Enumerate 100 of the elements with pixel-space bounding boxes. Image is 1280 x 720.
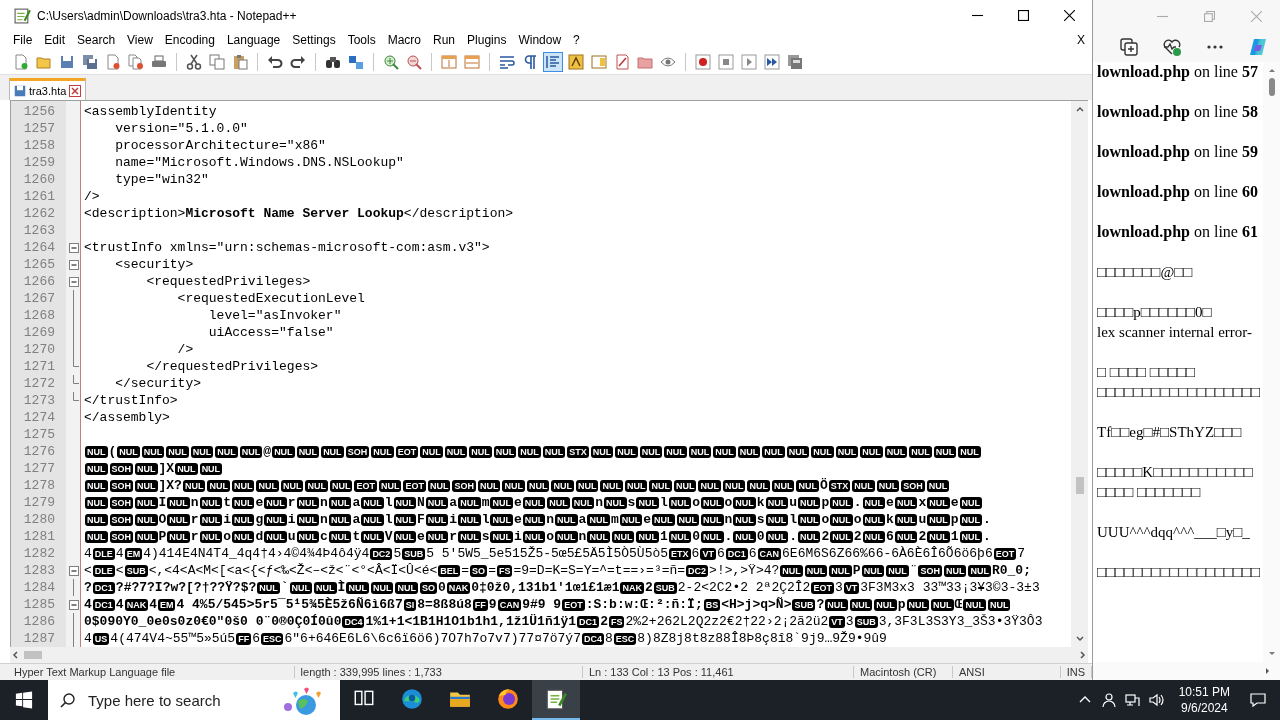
- control-character: NUL: [371, 445, 394, 458]
- code-text: k: [886, 511, 894, 529]
- code-text: l: [481, 511, 490, 529]
- person-icon[interactable]: [1100, 692, 1117, 708]
- scroll-thumb[interactable]: [1268, 78, 1275, 96]
- notepad-icon: [544, 687, 568, 711]
- scroll-thumb[interactable]: [24, 651, 42, 660]
- control-character: NUL: [587, 530, 610, 543]
- close-icon[interactable]: [69, 84, 82, 97]
- search-bar[interactable]: Type here to search: [48, 680, 340, 720]
- horizontal-scrollbar[interactable]: [10, 647, 1088, 664]
- tab-actions-icon[interactable]: [1119, 37, 1139, 57]
- network-icon[interactable]: [1124, 692, 1141, 708]
- code-text: 6E6M6S6Z66%66-6À6È6Î6Õ6ö6þ6: [782, 545, 993, 563]
- menu-item[interactable]: Encoding: [158, 32, 221, 49]
- code-text: 4: [115, 596, 124, 614]
- control-character: NUL: [575, 479, 599, 492]
- menu-item[interactable]: Settings: [286, 32, 342, 49]
- menu-item[interactable]: File: [7, 32, 39, 49]
- control-character: SO: [419, 581, 437, 594]
- paste-icon: [232, 53, 248, 70]
- code-text: r: [287, 494, 296, 512]
- control-character: NUL: [849, 598, 873, 611]
- menu-item[interactable]: Language: [220, 32, 287, 49]
- control-character: NUL: [458, 496, 481, 509]
- close-document-button[interactable]: X: [1075, 33, 1087, 48]
- control-character: NUL: [624, 479, 648, 492]
- heartbeat-icon[interactable]: [1162, 37, 1182, 57]
- control-character: SOH: [452, 479, 476, 492]
- control-character: SOH: [109, 462, 133, 475]
- control-character: NUL: [296, 496, 320, 509]
- menu-item[interactable]: ?: [567, 32, 586, 49]
- control-character: NUL: [765, 530, 789, 543]
- code-text: 9: [488, 596, 497, 614]
- control-character: NUL: [713, 445, 736, 458]
- zoom-out-icon: [406, 53, 422, 70]
- fold-toggle-icon[interactable]: [68, 277, 79, 288]
- menu-item[interactable]: Window: [512, 32, 568, 49]
- control-character: SOH: [901, 479, 925, 492]
- control-character: NUL: [797, 513, 821, 526]
- code-text: ]X: [158, 460, 175, 478]
- code-text: 6: [691, 545, 700, 563]
- code-text: u: [287, 528, 296, 546]
- control-character: NUL: [852, 479, 875, 492]
- error-message: lownload.php on line 57: [1097, 62, 1259, 82]
- code-line: processorArchitecture="x86": [114, 137, 326, 155]
- menu-item[interactable]: Tools: [341, 32, 382, 49]
- fold-toggle-icon[interactable]: [68, 260, 79, 271]
- language-button[interactable]: [566, 51, 586, 72]
- control-character: NUL: [296, 530, 320, 543]
- control-character: DC2: [686, 564, 709, 577]
- notepad-taskbar-button[interactable]: [532, 680, 580, 720]
- file-tab[interactable]: tra3.hta: [9, 78, 87, 101]
- control-character: NUL: [370, 581, 394, 594]
- play-button[interactable]: [739, 51, 759, 72]
- menu-item[interactable]: Macro: [381, 32, 427, 49]
- menu-item[interactable]: Plugins: [461, 32, 513, 49]
- scroll-thumb[interactable]: [1075, 477, 1084, 495]
- play-multiple-button[interactable]: [762, 51, 782, 72]
- code-text: i: [223, 511, 231, 529]
- code-text: ¨: [909, 562, 918, 580]
- control-character: NUL: [425, 530, 449, 543]
- fold-toggle-icon[interactable]: [68, 243, 79, 254]
- control-character: SUB: [792, 598, 816, 611]
- volume-icon[interactable]: [1148, 692, 1165, 708]
- control-character: SUB: [653, 581, 677, 594]
- page-text: lex scanner internal error-: [1097, 323, 1254, 342]
- code-text: 0‡0ž0,131b1'1œ1£1æ1: [471, 579, 620, 597]
- code-text: P: [852, 562, 861, 580]
- notification-icon[interactable]: [1250, 692, 1266, 708]
- control-character: NUL: [668, 530, 692, 543]
- menu-item[interactable]: Edit: [38, 32, 72, 49]
- control-character: NUL: [231, 530, 255, 543]
- stop-button[interactable]: [716, 51, 736, 72]
- control-character: NUL: [321, 445, 344, 458]
- code-text: 2-2<2C2•2 2ª2Ç2Î2: [677, 579, 811, 597]
- scroll-left-icon[interactable]: [10, 650, 20, 661]
- control-character: NUL: [968, 564, 991, 577]
- control-character: NUL: [963, 598, 986, 611]
- clock[interactable]: 10:51 PM 9/6/2024: [1168, 684, 1240, 716]
- code-text: <,<4<A<M<[<a<{<ƒ<‰<Ž<–<ž<¨<°<Â<Ï<Û<é<: [148, 562, 438, 580]
- menu-item[interactable]: Search: [71, 32, 122, 49]
- fold-toggle-icon[interactable]: [68, 600, 79, 611]
- code-text: 0: [692, 528, 700, 546]
- code-text: 3,3F3L3S3Y3_3Š3•3Ÿ3Ô3: [878, 613, 1043, 631]
- control-character: NUL: [737, 445, 761, 458]
- indent-guide-button[interactable]: [543, 51, 563, 72]
- menu-item[interactable]: Run: [427, 32, 462, 49]
- code-line: />: [176, 341, 194, 359]
- code-text: P: [158, 528, 167, 546]
- close-all-button[interactable]: [126, 51, 146, 72]
- vertical-scrollbar[interactable]: [1071, 101, 1088, 648]
- scroll-right-icon[interactable]: [1078, 650, 1088, 661]
- control-character: NUL: [296, 445, 320, 458]
- menu-item[interactable]: View: [121, 32, 159, 49]
- fold-toggle-icon[interactable]: [68, 566, 79, 577]
- search-field[interactable]: Type here to search: [86, 690, 274, 710]
- record-button[interactable]: [693, 51, 713, 72]
- word-wrap-icon: [499, 53, 515, 70]
- error-message: lownload.php on line 58: [1097, 102, 1259, 122]
